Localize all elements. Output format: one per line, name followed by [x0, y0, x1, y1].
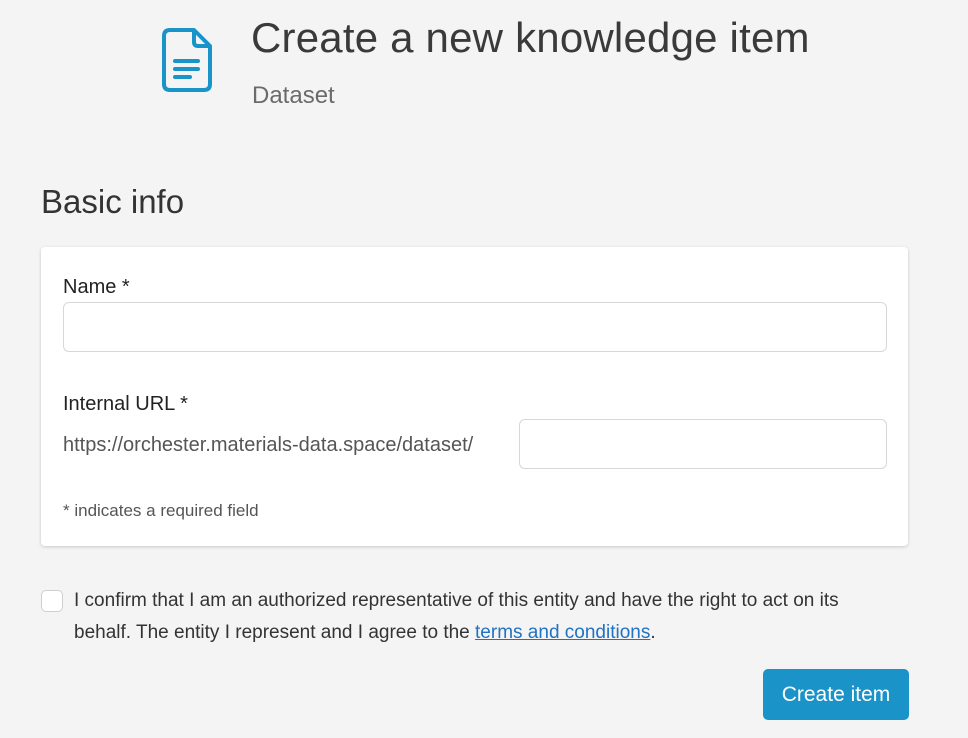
section-title-basic-info: Basic info [41, 183, 185, 220]
create-item-button[interactable]: Create item [763, 669, 909, 720]
page-subtitle: Dataset [252, 82, 335, 109]
name-label: Name * [63, 276, 130, 298]
required-field-note: * indicates a required field [63, 501, 259, 520]
internal-url-input[interactable] [519, 419, 887, 469]
page-title: Create a new knowledge item [251, 14, 810, 61]
confirm-text: I confirm that I am an authorized repres… [74, 585, 874, 649]
basic-info-card: Name * Internal URL * https://orchester.… [41, 247, 908, 546]
terms-and-conditions-link[interactable]: terms and conditions [475, 622, 650, 643]
page: Create a new knowledge item Dataset Basi… [0, 0, 968, 738]
confirm-text-after: . [650, 622, 656, 643]
name-input[interactable] [63, 302, 887, 352]
confirm-text-before: I confirm that I am an authorized repres… [74, 590, 839, 643]
document-icon [160, 28, 216, 94]
confirm-checkbox[interactable] [41, 590, 63, 612]
internal-url-label: Internal URL * [63, 393, 188, 415]
url-prefix: https://orchester.materials-data.space/d… [63, 434, 474, 456]
